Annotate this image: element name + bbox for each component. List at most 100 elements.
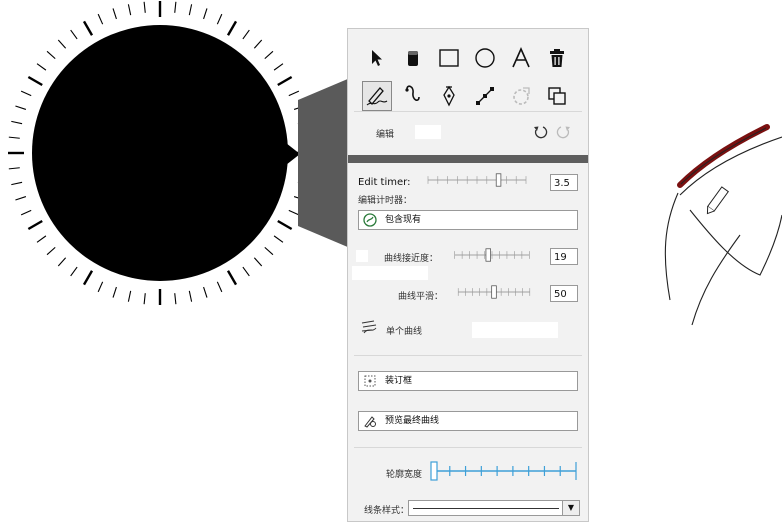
dial-tick	[27, 219, 43, 231]
dial-tick	[226, 20, 238, 36]
dial-tick	[36, 235, 47, 243]
preview-curve-icon	[364, 416, 376, 428]
pen-cursor-icon	[706, 186, 729, 215]
text-tool-button[interactable]	[506, 43, 536, 73]
proximity-slider[interactable]	[442, 248, 542, 262]
dial-tick	[277, 75, 293, 87]
edit-label: 编辑	[376, 130, 395, 140]
dial-tick	[143, 1, 146, 13]
edit-row: 编辑	[348, 115, 588, 149]
eraser-tool-button[interactable]	[398, 43, 428, 73]
single-curve-label: 单个曲线	[386, 327, 423, 337]
dial-tick	[188, 290, 193, 302]
timer-dial	[0, 0, 330, 330]
dial-tick	[36, 63, 47, 71]
separator	[354, 355, 582, 356]
single-curve-box[interactable]	[472, 322, 558, 338]
slider-handle	[495, 173, 502, 187]
ellipse-tool-button[interactable]	[470, 43, 500, 73]
dial-tick	[253, 257, 263, 267]
ruler-handle	[430, 461, 438, 481]
dial-tick	[216, 13, 223, 25]
dial-tick	[57, 39, 67, 49]
line-style-label: 线条样式：	[364, 506, 410, 516]
dial-tick	[46, 50, 56, 60]
callout-connector	[298, 78, 350, 248]
edit-timer-value[interactable]: 3.5	[550, 174, 578, 191]
dial-face	[32, 25, 288, 281]
dial-tick	[264, 50, 274, 60]
dotted-circle-icon	[513, 87, 530, 105]
dial-tick	[112, 286, 117, 298]
dial-tick	[20, 90, 32, 97]
bounding-box-label: 装订框	[385, 376, 413, 386]
slider-handle	[485, 248, 491, 262]
blank-box	[352, 266, 428, 280]
curve-tool-button[interactable]	[398, 81, 428, 111]
outline-width-label: 轮廓宽度	[386, 470, 423, 480]
single-curve-icon	[361, 320, 377, 334]
dial-tick	[8, 167, 20, 170]
arrow-cursor-icon	[372, 50, 382, 66]
curve-tool-panel: 编辑 Edit timer: 3.5 编辑计时器： 包含现有 曲线接近度： 19…	[347, 28, 589, 522]
text-a-icon	[512, 47, 530, 68]
edit-value-box[interactable]	[415, 125, 441, 139]
dial-tick	[127, 4, 132, 16]
bounding-box-field[interactable]: 装订框	[358, 371, 578, 391]
smoothing-label: 曲线平滑：	[398, 292, 444, 302]
ellipse-icon	[475, 48, 495, 68]
dial-tick	[253, 39, 263, 49]
sketch-canvas	[664, 124, 782, 326]
dial-tick	[143, 293, 146, 305]
dial-tick	[112, 8, 117, 20]
dial-tick	[97, 281, 104, 293]
smoothing-slider[interactable]	[446, 285, 542, 299]
proximity-blank-box	[356, 250, 368, 262]
line-style-preview	[413, 508, 559, 509]
dial-tick	[188, 4, 193, 16]
pen-tool-button[interactable]	[434, 81, 464, 111]
delete-tool-button[interactable]	[542, 43, 572, 73]
undo-icon[interactable]	[532, 124, 548, 140]
smart-fill-tool-button[interactable]	[506, 81, 536, 111]
dial-tick	[273, 235, 284, 243]
line-style-dropdown[interactable]: ▼	[408, 500, 580, 516]
slider-handle	[491, 285, 497, 299]
dial-tick	[70, 266, 78, 277]
smoothing-value[interactable]: 50	[550, 285, 578, 302]
line-nodes-icon	[476, 87, 494, 105]
panel-divider-bar	[348, 155, 588, 163]
dial-tick	[127, 290, 132, 302]
sketch-pen-icon	[366, 87, 388, 106]
edit-timer-slider[interactable]	[412, 173, 542, 187]
dial-tick	[15, 196, 27, 201]
separator	[354, 447, 582, 448]
dial-tick	[11, 181, 23, 186]
dial-tick	[277, 219, 293, 231]
dial-tick	[97, 13, 104, 25]
rectangle-tool-button[interactable]	[434, 43, 464, 73]
edit-timer-sublabel: 编辑计时器：	[358, 196, 413, 206]
s-curve-icon	[405, 85, 420, 101]
include-existing-label: 包含现有	[385, 215, 422, 225]
include-existing-field[interactable]: 包含现有	[358, 210, 578, 230]
line-tool-button[interactable]	[470, 81, 500, 111]
arrange-tool-button[interactable]	[542, 81, 572, 111]
dial-tick	[242, 29, 250, 40]
sketch-line	[691, 234, 741, 326]
dial-tick	[203, 8, 208, 20]
redo-icon[interactable]	[556, 124, 572, 140]
dial-tick	[203, 286, 208, 298]
chevron-down-icon[interactable]: ▼	[562, 501, 579, 515]
dial-tick	[264, 246, 274, 256]
select-tool-button[interactable]	[362, 43, 392, 73]
freehand-sketch-tool-button[interactable]	[362, 81, 392, 111]
outline-width-ruler[interactable]	[430, 460, 580, 482]
dial-tick	[70, 29, 78, 40]
proximity-value[interactable]: 19	[550, 248, 578, 265]
fountain-pen-icon	[443, 85, 455, 107]
dial-tick	[82, 20, 94, 36]
proximity-label: 曲线接近度：	[384, 254, 439, 264]
preview-final-curve-field[interactable]: 预览最终曲线	[358, 411, 578, 431]
stacked-squares-icon	[548, 87, 566, 105]
